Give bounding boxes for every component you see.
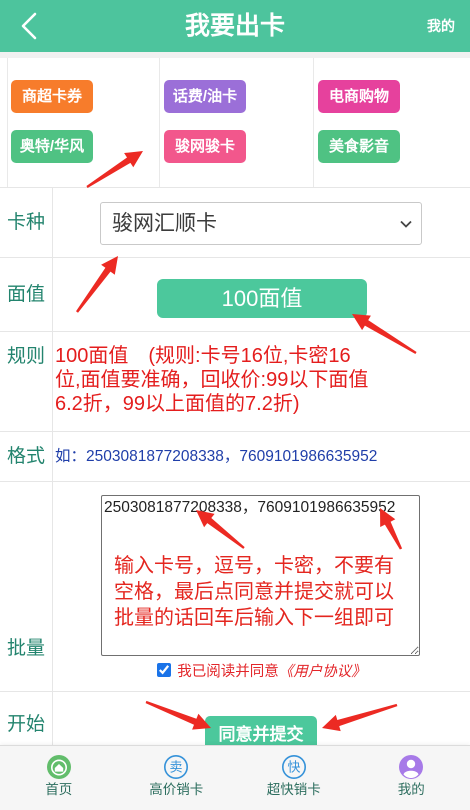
- my-account-link[interactable]: 我的: [427, 0, 455, 52]
- chevron-left-icon: [21, 12, 37, 40]
- face-value-button[interactable]: 100面值: [157, 279, 367, 318]
- nav-home[interactable]: 首页: [0, 746, 118, 810]
- category-column: 电商购物 美食影音: [314, 58, 463, 188]
- nav-high-price-sell-label: 高价销卡: [149, 782, 204, 797]
- face-value-cell: 100面值: [53, 258, 470, 331]
- rules-text-line: 100面值 (规则:卡号16位,卡密16: [55, 345, 351, 367]
- batch-cell: 2503081877208338，7609101986635952 输入卡号，逗…: [53, 482, 470, 691]
- format-example: 如：2503081877208338，7609101986635952: [55, 448, 378, 465]
- face-value-row: 面值 100面值: [0, 258, 470, 332]
- chevron-down-icon: [400, 220, 412, 228]
- nav-high-price-sell[interactable]: 卖 高价销卡: [118, 746, 236, 810]
- rules-cell: 100面值 (规则:卡号16位,卡密16 位,面值要准确，回收价:99以下面值 …: [53, 332, 470, 431]
- category-supermarket-card-button[interactable]: 商超卡券: [11, 80, 93, 113]
- nav-my-label: 我的: [397, 782, 425, 797]
- format-cell: 如：2503081877208338，7609101986635952: [53, 432, 470, 481]
- rules-text-line: 6.2折，99以上面值的7.2折): [55, 393, 300, 415]
- category-aote-huafeng-button[interactable]: 奥特/华风: [11, 130, 93, 163]
- rules-text: 100面值 (规则:卡号16位,卡密16 位,面值要准确，回收价:99以下面值 …: [55, 344, 368, 416]
- face-value-label: 面值: [0, 258, 53, 331]
- batch-card-input[interactable]: 2503081877208338，7609101986635952: [101, 495, 420, 656]
- category-junwang-card-button[interactable]: 骏网骏卡: [164, 130, 246, 163]
- nav-fast-sell[interactable]: 快 超快销卡: [235, 746, 353, 810]
- card-type-selected-value: 骏网汇顺卡: [112, 212, 217, 235]
- user-agreement-link[interactable]: 《用户协议》: [279, 660, 366, 681]
- format-row: 格式 如：2503081877208338，7609101986635952: [0, 432, 470, 482]
- category-column: 话费/油卡 骏网骏卡: [160, 58, 314, 188]
- home-icon: [46, 755, 71, 779]
- category-phone-fuel-card-button[interactable]: 话费/油卡: [164, 80, 246, 113]
- card-type-select[interactable]: 骏网汇顺卡: [100, 202, 422, 245]
- back-button[interactable]: [19, 12, 39, 40]
- top-bar: 我要出卡 我的: [0, 0, 470, 52]
- fast-sell-icon-glyph: 快: [287, 760, 300, 775]
- bottom-nav: 首页 卖 高价销卡 快 超快销卡 我的: [0, 745, 470, 810]
- sell-icon: 卖: [164, 755, 189, 779]
- sell-card-form: 卡种 骏网汇顺卡 面值 100面值 规则 100面值 (规则:卡号16位,卡密1…: [0, 187, 470, 810]
- user-icon: [399, 755, 424, 779]
- card-type-label: 卡种: [0, 188, 53, 257]
- agreement-text: 我已阅读并同意: [177, 663, 279, 680]
- batch-label: 批量: [0, 482, 53, 691]
- page-title: 我要出卡: [184, 12, 285, 40]
- fast-sell-icon: 快: [281, 755, 306, 779]
- rules-row: 规则 100面值 (规则:卡号16位,卡密16 位,面值要准确，回收价:99以下…: [0, 332, 470, 432]
- nav-home-label: 首页: [45, 782, 73, 797]
- category-grid: 商超卡券 奥特/华风 话费/油卡 骏网骏卡 电商购物 美食影音: [7, 58, 463, 188]
- nav-fast-sell-label: 超快销卡: [266, 782, 321, 797]
- nav-my[interactable]: 我的: [353, 746, 470, 810]
- agreement-checkbox[interactable]: [157, 663, 172, 677]
- rules-label: 规则: [0, 332, 53, 431]
- batch-row: 批量 2503081877208338，7609101986635952 输入卡…: [0, 482, 470, 692]
- format-label: 格式: [0, 432, 53, 481]
- card-type-row: 卡种 骏网汇顺卡: [0, 188, 470, 258]
- app-root: 我要出卡 我的 商超卡券 奥特/华风 话费/油卡 骏网骏卡 电商购物 美食影音 …: [0, 0, 470, 810]
- category-ecommerce-button[interactable]: 电商购物: [318, 80, 400, 113]
- card-type-cell: 骏网汇顺卡: [53, 188, 470, 257]
- category-column: 商超卡券 奥特/华风: [8, 58, 160, 188]
- agreement-row: 我已阅读并同意 《用户协议》: [53, 659, 470, 681]
- sell-icon-glyph: 卖: [170, 760, 183, 775]
- rules-text-line: 位,面值要准确，回收价:99以下面值: [55, 369, 369, 391]
- category-food-media-button[interactable]: 美食影音: [318, 130, 400, 163]
